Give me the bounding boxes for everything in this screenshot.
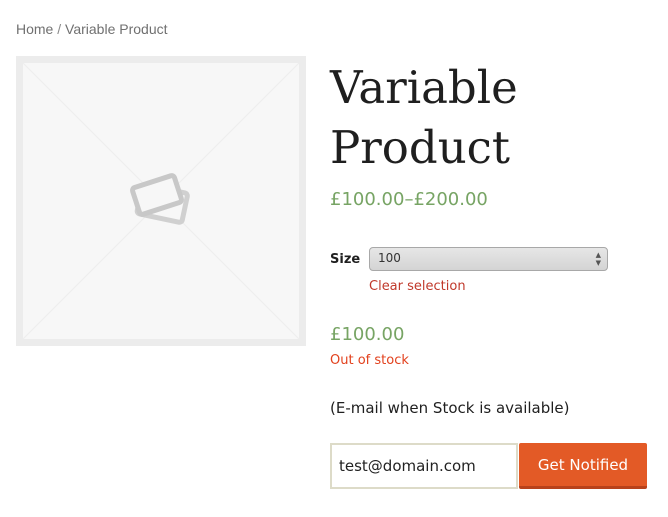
image-placeholder-icon: [23, 63, 299, 339]
email-input[interactable]: [330, 443, 518, 489]
price-low: £100.00: [330, 189, 405, 210]
notify-text: (E-mail when Stock is available): [330, 399, 570, 417]
get-notified-button[interactable]: Get Notified: [519, 443, 647, 489]
product-title: Variable Product: [330, 61, 518, 174]
breadcrumb-home-link[interactable]: Home: [16, 21, 53, 37]
breadcrumb-separator: /: [53, 21, 66, 37]
select-arrows-icon: ▲ ▼: [595, 251, 601, 267]
product-image[interactable]: [16, 56, 306, 346]
breadcrumb-current: Variable Product: [65, 21, 168, 37]
variation-price: £100.00: [330, 324, 405, 345]
size-label: Size: [330, 252, 361, 267]
stock-status: Out of stock: [330, 353, 409, 368]
size-selected-value: 100: [378, 251, 401, 265]
product-image-placeholder: [23, 63, 299, 339]
breadcrumb: Home / Variable Product: [16, 21, 168, 37]
price-range: £100.00–£200.00: [330, 189, 488, 210]
price-high: £200.00: [413, 189, 488, 210]
size-select[interactable]: 100 ▲ ▼: [369, 247, 608, 271]
clear-selection-link[interactable]: Clear selection: [369, 279, 466, 294]
